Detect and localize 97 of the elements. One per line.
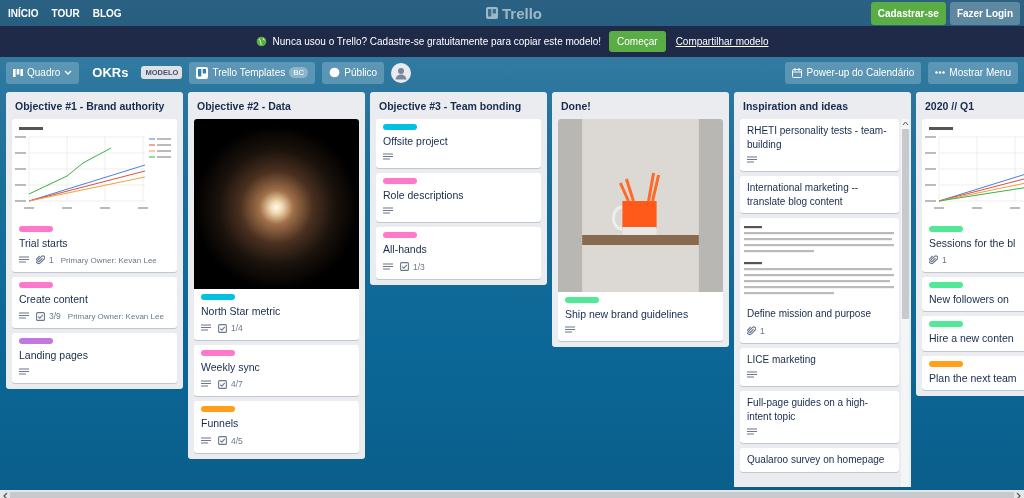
card[interactable]: Landing pages [12,333,177,383]
user-silhouette-icon [394,65,409,80]
description-icon [565,326,575,335]
card[interactable]: Offsite project [376,119,541,169]
nav-link[interactable]: INÍCIO [8,7,39,19]
list-title: Objective #1 - Brand authority [14,99,166,114]
card-title: RHETI personality tests - team-building [747,124,888,151]
card[interactable]: Funnels 4/5 [194,401,359,453]
card-title: New followers on [929,292,1010,307]
card-title: Offsite project [383,134,449,149]
description-icon [19,256,29,265]
checklist-icon [400,262,409,271]
list-title: Done! [560,99,592,114]
share-template-link[interactable]: Compartilhar modelo [675,36,769,47]
card-title: Create content [19,292,89,307]
paperclip-icon [747,325,756,336]
description-icon [201,324,211,333]
card[interactable]: Ship new brand guidelines [558,119,723,342]
checklist-count: 1/3 [413,261,425,272]
chevron-right-icon[interactable] [1016,492,1022,498]
trello-logo-icon [196,66,209,79]
board-title: OKRs [92,65,129,80]
checklist-count: 3/9 [49,311,61,322]
description-icon [383,153,393,162]
card-title: Landing pages [19,348,89,363]
calendar-icon [792,67,803,78]
card-title: Plan the next team [929,370,1018,385]
description-icon [201,380,211,389]
card-title: North Star metric [201,304,282,319]
list-title: Inspiration and ideas [742,99,850,114]
logo-text: Trello [502,4,542,22]
description-icon [747,371,757,379]
card-title: Weekly sync [201,360,261,375]
checklist-icon [36,311,45,321]
description-icon [747,428,757,436]
owner-text: Primary Owner: Kevan Lee [60,255,157,265]
card-title: Role descriptions [383,188,465,203]
description-icon [19,367,29,376]
card[interactable]: International marketing -- translate blog content [740,176,899,213]
attachment-count: 1 [760,325,765,336]
card-title: Trial starts [19,236,69,251]
checklist-icon [218,323,227,333]
card[interactable]: Define mission and purpose 1 [740,218,899,343]
description-icon [19,312,29,321]
description-icon [383,262,393,271]
card[interactable]: Create content 3/9 Primary Owner: Kevan Lee [12,277,177,329]
list-title: 2020 // Q1 [924,99,976,114]
nav-link[interactable]: TOUR [51,7,80,19]
avatar[interactable] [391,62,412,83]
card[interactable]: Full-page guides on a high-intent topic [740,391,899,443]
checklist-count: 4/7 [231,379,243,390]
ellipsis-icon [935,71,946,74]
card[interactable]: Hire a new conten [922,316,1024,351]
card[interactable]: Trial starts 1 Primary Owner: Kevan Lee [12,119,177,273]
caret-icon [64,70,73,75]
checklist-icon [218,379,227,389]
description-icon [383,207,393,216]
card-title: International marketing -- translate blog content [747,181,860,208]
banner-text: Nunca usou o Trello? Cadastre-se gratuitamente para copiar este modelo! [272,36,602,47]
nav-link[interactable]: BLOG [92,7,122,19]
card[interactable]: LICE marketing [740,347,899,386]
card-title: Define mission and purpose [747,307,872,321]
card-title: Hire a new conten [929,331,1015,346]
card[interactable]: Qualaroo survey on homepage [740,448,899,472]
login-button[interactable]: Fazer Login [949,1,1020,25]
card[interactable]: North Star metric 1/4 [194,119,359,341]
card[interactable]: RHETI personality tests - team-building [740,119,899,171]
card-title: Funnels [201,416,240,431]
checklist-count: 1/4 [231,323,243,334]
owner-text: Primary Owner: Kevan Lee [67,311,164,321]
checklist-count: 4/5 [231,435,243,446]
chevron-left-icon[interactable] [2,492,8,498]
attachment-count: 1 [49,255,54,266]
card[interactable]: Weekly sync 4/7 [194,345,359,397]
card-title: Sessions for the bl [929,236,1017,251]
card[interactable]: All-hands 1/3 [376,227,541,279]
card[interactable]: Plan the next team [922,355,1024,390]
description-icon [201,436,211,445]
board-icon [13,68,23,77]
card-title: Full-page guides on a high-intent topic [747,396,870,423]
card[interactable]: New followers on [922,277,1024,312]
card-title: All-hands [383,242,428,257]
card-title: Ship new brand guidelines [565,307,690,322]
list-title: Objective #2 - Data [196,99,292,114]
vertical-scrollbar[interactable] [901,119,909,487]
paperclip-icon [36,255,45,266]
attachment-count: 1 [942,255,947,266]
description-icon [747,156,757,164]
card[interactable]: Sessions for the bl 1 [922,119,1024,273]
card[interactable]: Role descriptions [376,173,541,223]
card-title: Qualaroo survey on homepage [747,453,886,467]
card-title: LICE marketing [747,352,817,366]
list-title: Objective #3 - Team bonding [378,99,523,114]
checklist-icon [218,436,227,445]
trello-logo-icon [486,7,498,19]
chevron-up-icon[interactable] [901,121,909,126]
paperclip-icon [929,255,938,266]
